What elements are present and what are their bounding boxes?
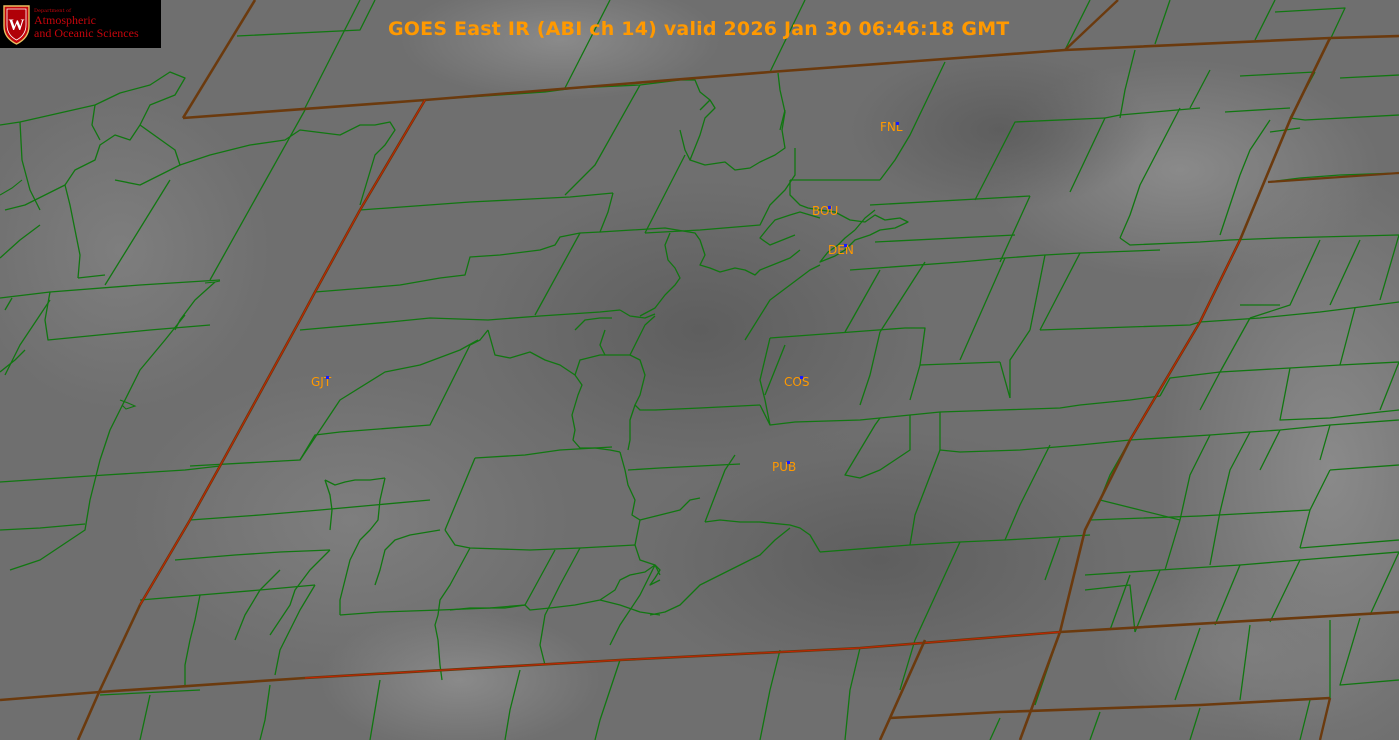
station-marker-icon bbox=[326, 376, 329, 379]
station-label: DEN bbox=[828, 243, 854, 257]
uw-crest-icon: W bbox=[3, 5, 30, 45]
station-marker-icon bbox=[800, 376, 803, 379]
station-bou: BOU bbox=[812, 205, 838, 217]
station-marker-icon bbox=[896, 122, 899, 125]
logo-line-2: and Oceanic Sciences bbox=[34, 26, 139, 40]
station-label: COS bbox=[784, 375, 810, 389]
uw-aos-logo: W Department of Atmospheric and Oceanic … bbox=[0, 0, 161, 48]
station-gjt: GJT bbox=[311, 376, 331, 388]
station-label: PUB bbox=[772, 460, 797, 474]
station-den: DEN bbox=[828, 244, 854, 256]
station-marker-icon bbox=[844, 244, 847, 247]
station-label: BOU bbox=[812, 204, 839, 218]
ir-cloud-field bbox=[0, 0, 1399, 740]
satellite-viewer: W Department of Atmospheric and Oceanic … bbox=[0, 0, 1399, 740]
map-title: GOES East IR (ABI ch 14) valid 2026 Jan … bbox=[388, 18, 1010, 40]
ir-satellite-map bbox=[0, 0, 1399, 740]
station-marker-icon bbox=[787, 461, 790, 464]
station-cos: COS bbox=[784, 376, 809, 388]
station-marker-icon bbox=[828, 206, 831, 209]
station-fnl: FNL bbox=[880, 121, 903, 133]
station-label: FNL bbox=[880, 120, 903, 134]
station-pub: PUB bbox=[772, 461, 796, 473]
crest-letter: W bbox=[9, 17, 25, 34]
